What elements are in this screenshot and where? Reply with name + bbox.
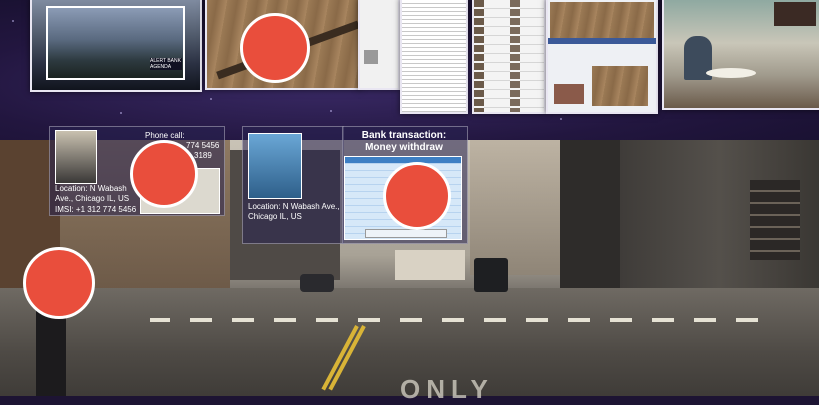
car (300, 274, 334, 292)
station-far (395, 250, 465, 280)
crosswalk-stripe (150, 318, 170, 322)
thumbnail-friend-list[interactable] (472, 0, 546, 114)
building-dark (560, 140, 620, 290)
thumbnail-social-post[interactable] (546, 0, 658, 114)
bank-title-line1: Bank transaction: (361, 130, 447, 141)
crosswalk-stripe (232, 318, 254, 322)
crosswalk-stripe (484, 318, 506, 322)
truck (474, 258, 508, 292)
bank-table-header (345, 157, 461, 163)
post-nav-bar (548, 38, 656, 44)
phone-number-1: 774 5456 (186, 141, 220, 150)
crosswalk-stripe (400, 318, 422, 322)
thumbnail-document[interactable] (400, 0, 468, 114)
marker-pedestrian (23, 247, 95, 319)
marker-phone (130, 140, 198, 208)
atm-photo (248, 133, 302, 199)
cafe-sign (774, 2, 816, 26)
crosswalk-stripe (610, 318, 632, 322)
phone-location: Location: N Wabash Ave., Chicago IL, US (55, 184, 130, 203)
thumbnail-profile-page[interactable] (358, 0, 400, 90)
building-center-right (470, 140, 560, 275)
friend-avatars (474, 0, 484, 112)
crosswalk-stripe (442, 318, 464, 322)
cafe-table (706, 68, 756, 78)
crosswalk-stripe (568, 318, 590, 322)
post-rifle-photo (592, 66, 648, 106)
phone-number-2: 3189 (194, 151, 212, 160)
crosswalk-stripe (316, 318, 338, 322)
thumbnail-cafe-person[interactable] (662, 0, 819, 110)
building-windows (750, 180, 800, 260)
crosswalk-stripe (358, 318, 380, 322)
marker-bank (383, 162, 451, 230)
friend-avatars-2 (510, 0, 520, 112)
atm-location: Location: N Wabash Ave., Chicago IL, US (248, 202, 340, 221)
post-header-photo (550, 2, 654, 38)
thumbnail-aerial-city[interactable]: ALERT BANK AGENDA (30, 0, 202, 92)
crosswalk-stripe (190, 318, 212, 322)
crosswalk-stripe (274, 318, 296, 322)
marker-rifle (240, 13, 310, 83)
crosswalk-stripe (652, 318, 674, 322)
crosswalk-stripe (694, 318, 716, 322)
crosswalk-stripe (526, 318, 548, 322)
profile-image (364, 50, 378, 64)
post-friend-photos (554, 84, 584, 104)
bank-table-buttons[interactable] (365, 229, 447, 238)
aerial-caption: ALERT BANK AGENDA (150, 58, 182, 70)
road-marking-only: ONLY (400, 374, 494, 404)
phone-imsi: IMSI: +1 312 774 5456 (55, 205, 137, 214)
bank-title-line2: Money withdraw (365, 142, 443, 153)
phone-caller-photo (55, 130, 97, 184)
crosswalk-stripe (736, 318, 758, 322)
